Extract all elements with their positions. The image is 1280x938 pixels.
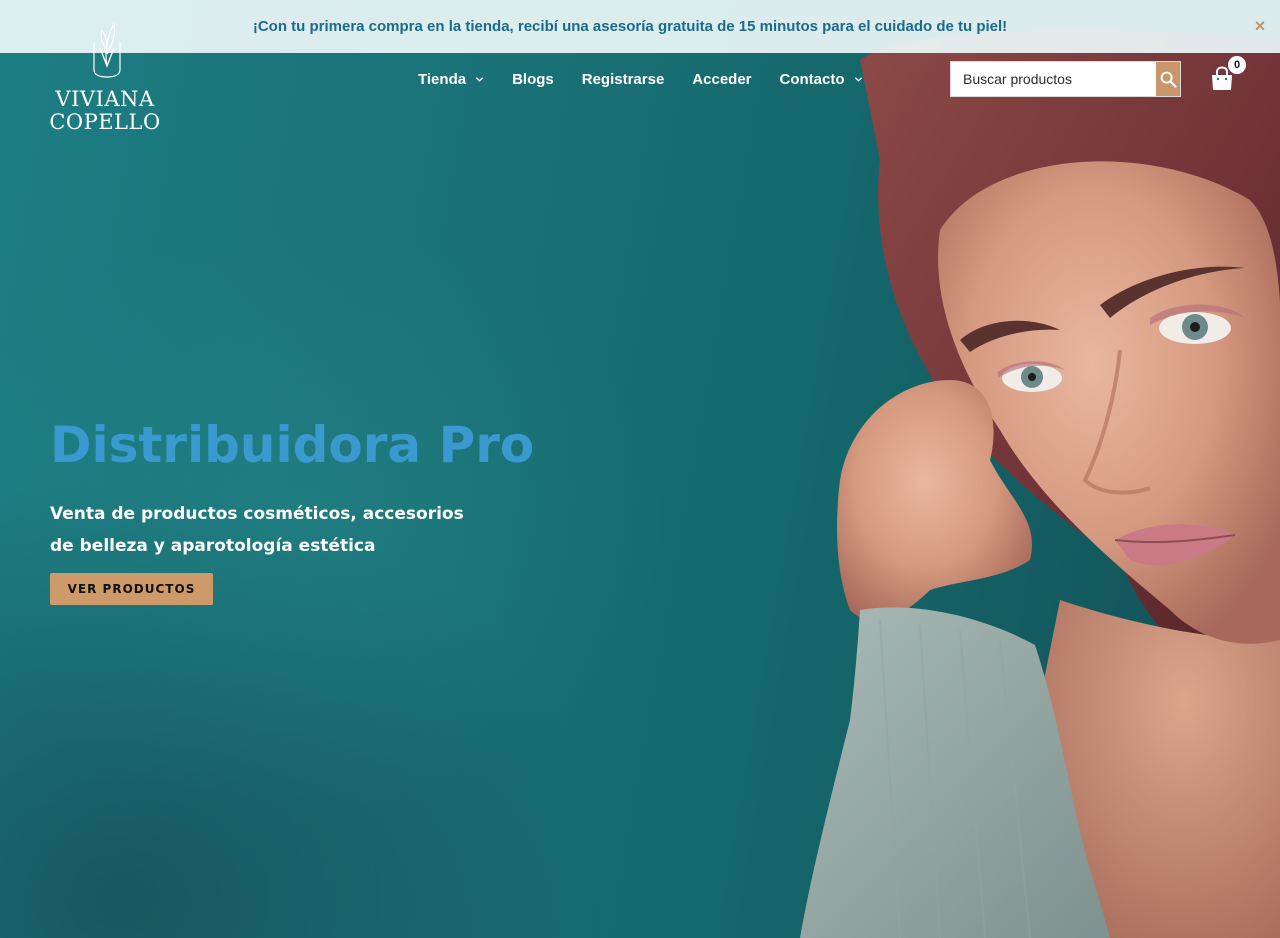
cart-button[interactable]: 0	[1208, 56, 1246, 94]
announcement-bar: ¡Con tu primera compra en la tienda, rec…	[0, 0, 1280, 53]
brand-logo[interactable]: VIVIANA COPELLO	[46, 20, 166, 140]
cart-count-badge: 0	[1228, 56, 1246, 74]
nav-item-label: Tienda	[418, 70, 467, 88]
nav-item-label: Contacto	[779, 70, 845, 88]
search-button[interactable]	[1156, 62, 1180, 96]
product-search	[950, 61, 1181, 97]
nav-item-acceder[interactable]: Acceder	[692, 71, 751, 88]
nav-item-tienda[interactable]: Tienda	[418, 71, 484, 88]
view-products-button[interactable]: VER PRODUCTOS	[50, 573, 213, 605]
nav-item-contacto[interactable]: Contacto	[780, 71, 863, 88]
chevron-down-icon	[475, 76, 484, 82]
nav-item-label: Acceder	[692, 70, 752, 88]
hero-subtitle: Venta de productos cosméticos, accesorio…	[50, 504, 464, 556]
announcement-text: ¡Con tu primera compra en la tienda, rec…	[252, 18, 1008, 35]
chevron-down-icon	[854, 76, 862, 82]
brand-name-line1: VIVIANA	[55, 87, 155, 111]
nav-item-registrarse[interactable]: Registrarse	[582, 71, 665, 88]
hero-title: Distribuidora Pro	[50, 416, 535, 474]
search-input[interactable]	[951, 62, 1156, 96]
nav-item-label: Blogs	[512, 70, 554, 88]
search-icon	[1160, 71, 1177, 88]
nav-item-label: Registrarse	[581, 70, 665, 88]
close-icon[interactable]: ×	[1250, 15, 1270, 37]
brand-name: VIVIANA COPELLO	[46, 88, 164, 134]
nav-item-blogs[interactable]: Blogs	[512, 71, 554, 88]
brand-name-line2: COPELLO	[49, 110, 161, 134]
main-navigation: Tienda Blogs Registrarse Acceder Contact…	[404, 66, 877, 92]
logo-leaf-icon	[93, 22, 121, 78]
